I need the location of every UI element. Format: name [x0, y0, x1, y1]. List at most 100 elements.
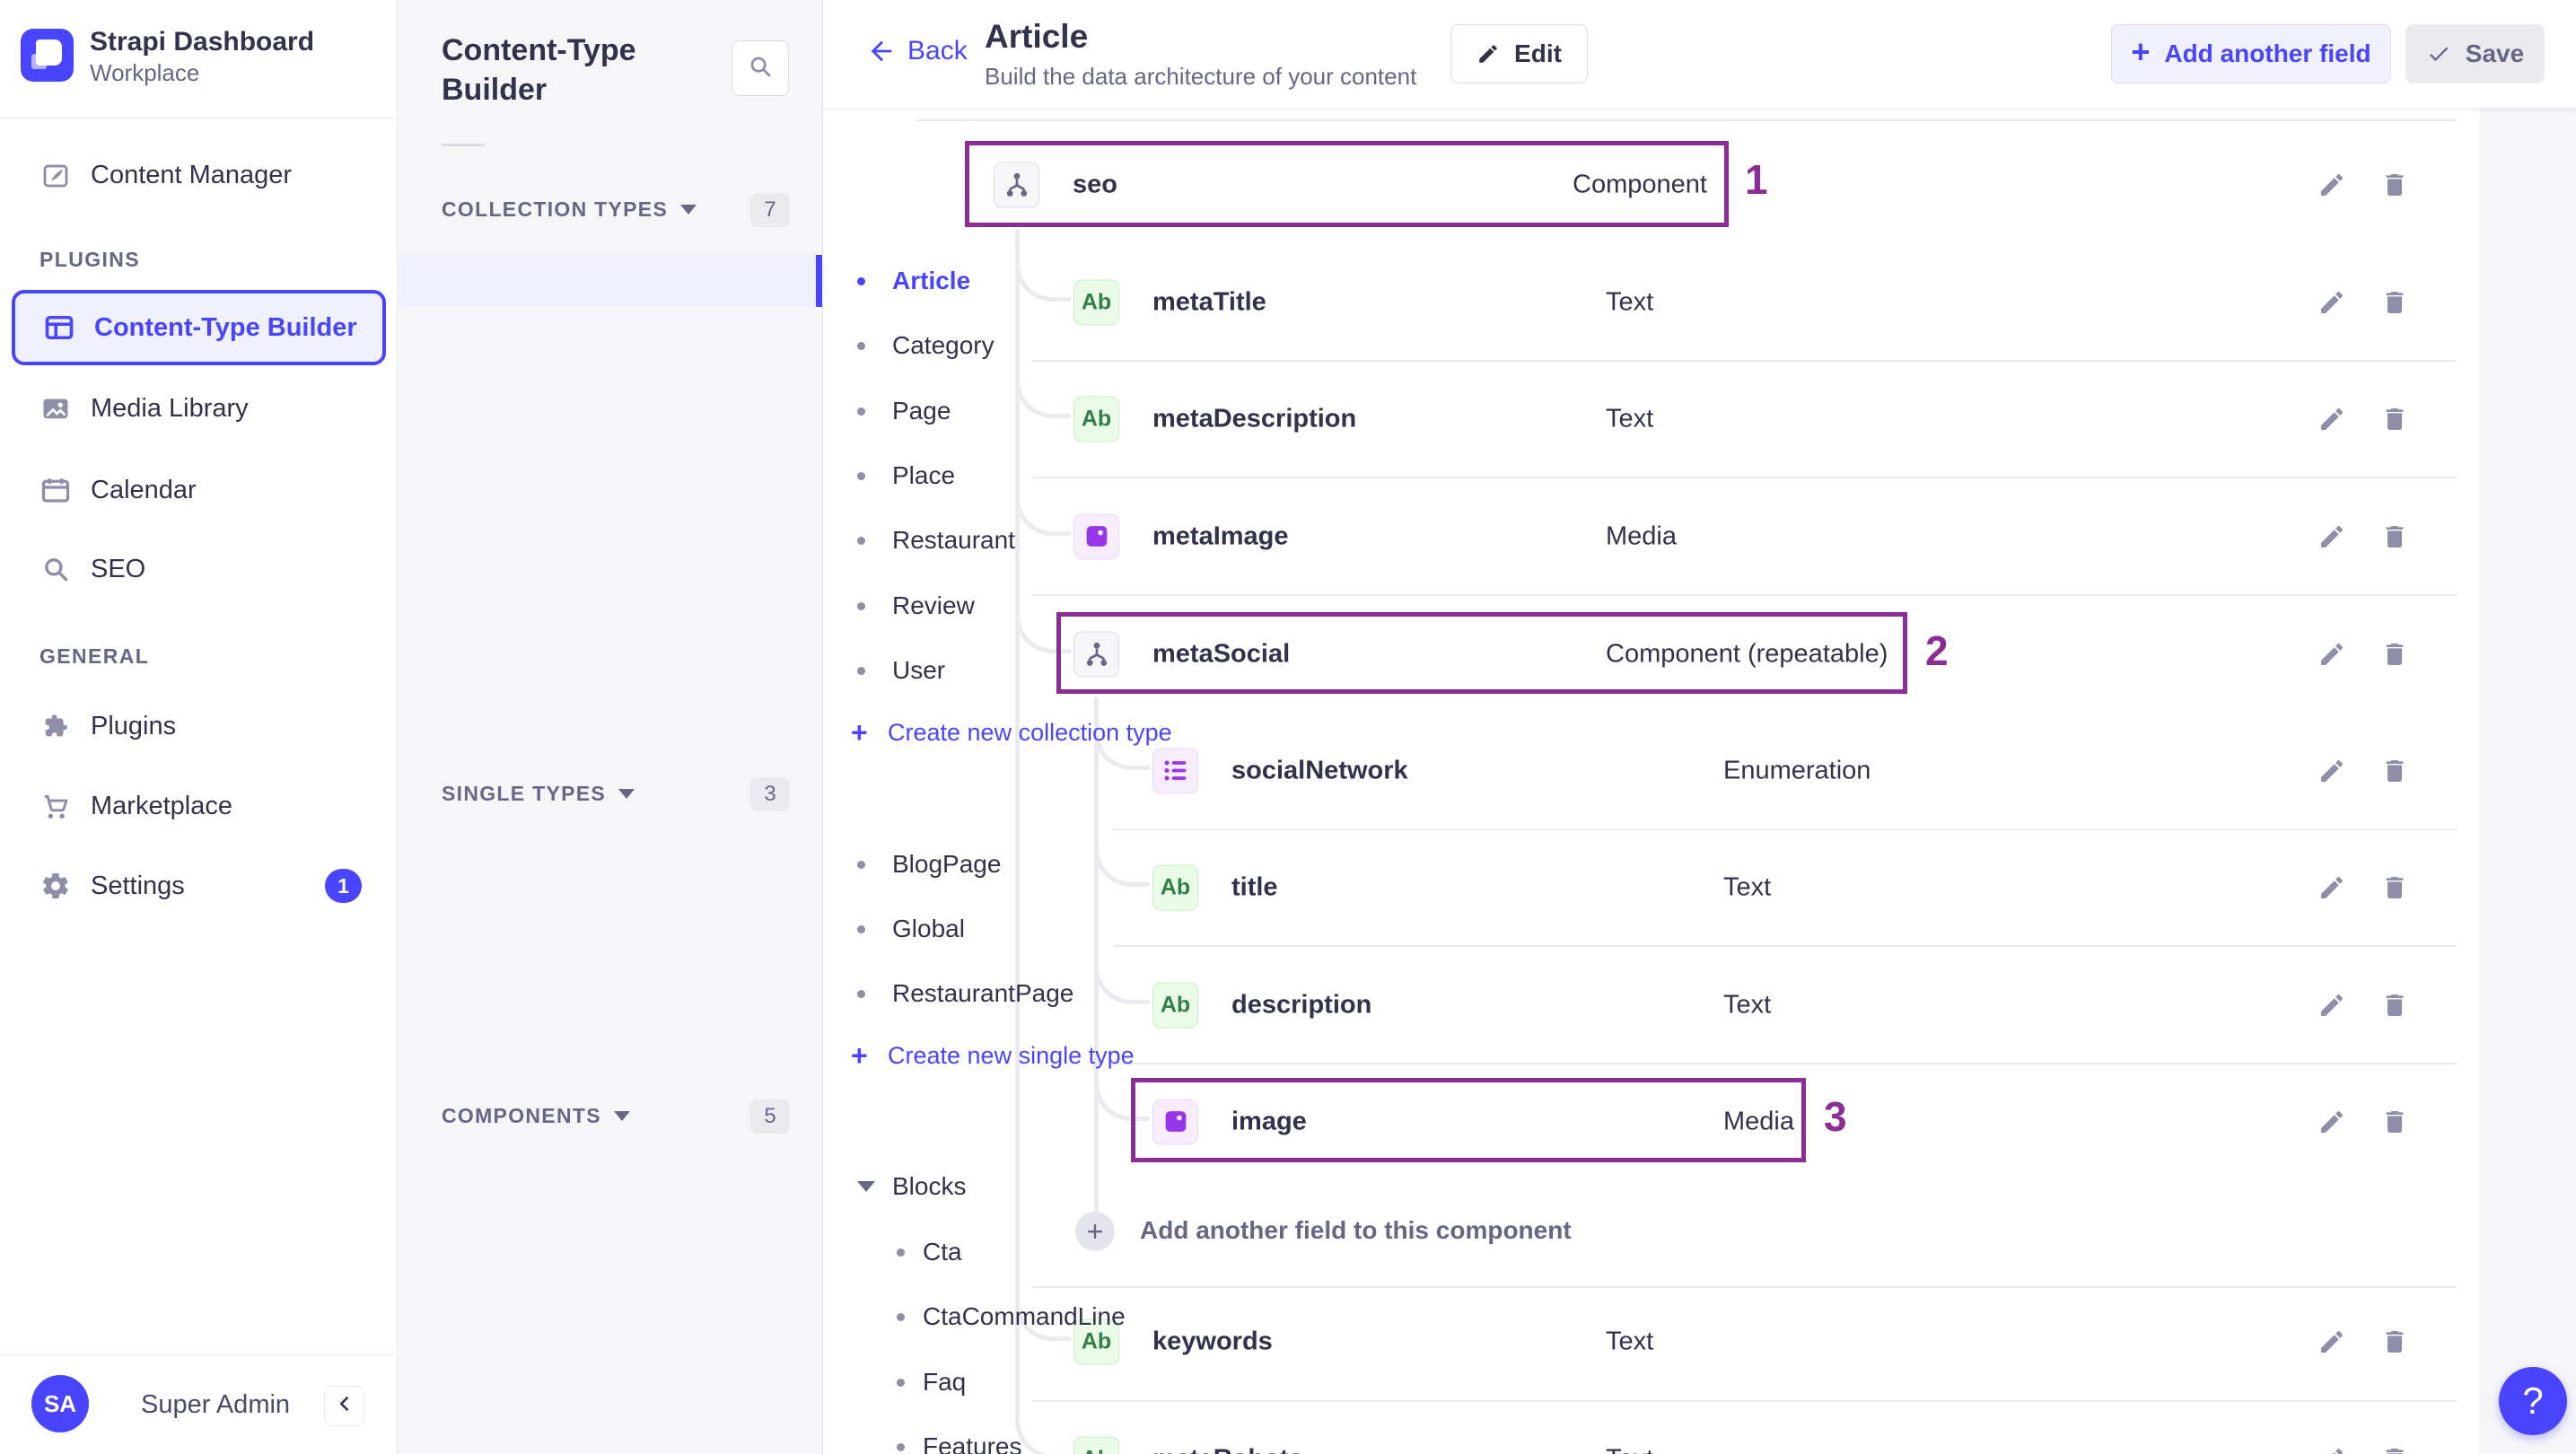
sidebar-item-calendar[interactable]: Calendar: [0, 463, 398, 517]
field-row-seo[interactable]: seo Component: [823, 126, 2457, 243]
avatar[interactable]: SA: [31, 1375, 89, 1432]
field-row-keywords[interactable]: Ab keywords Text: [823, 1283, 2457, 1400]
delete-field-button[interactable]: [2375, 399, 2414, 439]
notification-badge: 1: [325, 869, 362, 903]
sidebar-item-media-library[interactable]: Media Library: [0, 381, 398, 435]
delete-field-button[interactable]: [2375, 1440, 2414, 1454]
edit-field-button[interactable]: [2312, 635, 2352, 674]
divider: [916, 119, 2457, 121]
delete-field-button[interactable]: [2375, 985, 2414, 1025]
search-icon: [39, 553, 72, 585]
fields-list: seo Component Ab metaTitle Text Ab metaDescrip…: [823, 108, 2480, 1454]
search-button[interactable]: [732, 40, 789, 96]
field-row-metaTitle[interactable]: Ab metaTitle Text: [823, 243, 2457, 361]
field-type: Component: [1573, 170, 1707, 198]
bullet-icon: [857, 601, 865, 610]
add-field-to-component-button[interactable]: +: [1075, 1212, 1115, 1251]
puzzle-icon: [39, 710, 72, 742]
delete-field-button[interactable]: [2375, 751, 2414, 791]
type-item-article[interactable]: Article: [398, 255, 970, 307]
create-new-single-type-link[interactable]: + Create new single type: [398, 1031, 1135, 1080]
type-item-restaurant[interactable]: Restaurant: [398, 514, 1015, 566]
sidebar-item-plugins[interactable]: Plugins: [0, 699, 398, 753]
plus-icon: +: [2131, 33, 2151, 70]
sidebar-item-content-type-builder[interactable]: Content-Type Builder: [12, 290, 386, 365]
edit-field-button[interactable]: [2312, 868, 2352, 907]
type-item-category[interactable]: Category: [398, 320, 994, 372]
group-header-label: SINGLE TYPES: [442, 782, 607, 805]
main-sidebar: Strapi Dashboard Workplace Content Manag…: [0, 0, 398, 1454]
type-item-place[interactable]: Place: [398, 450, 955, 502]
back-label: Back: [907, 36, 968, 66]
edit-field-button[interactable]: [2312, 751, 2352, 791]
edit-field-button[interactable]: [2312, 165, 2352, 205]
type-item-label: Restaurant: [892, 526, 1015, 554]
field-row-metaDescription[interactable]: Ab metaDescription Text: [823, 360, 2457, 477]
delete-field-button[interactable]: [2375, 868, 2414, 907]
type-item-global[interactable]: Global: [398, 903, 965, 955]
edit-field-button[interactable]: [2312, 283, 2352, 322]
field-name: metaSocial: [1152, 639, 1291, 668]
field-type: Text: [1723, 990, 1772, 1019]
edit-button[interactable]: Edit: [1450, 24, 1588, 83]
group-header-collection-types[interactable]: COLLECTION TYPES: [442, 197, 697, 222]
collapse-sidebar-button[interactable]: [324, 1386, 364, 1426]
field-row-image[interactable]: image Media: [823, 1063, 2457, 1180]
chevron-down-icon: [680, 205, 697, 215]
bullet-icon: [857, 924, 865, 933]
type-item-user[interactable]: User: [398, 644, 945, 696]
delete-field-button[interactable]: [2375, 1322, 2414, 1362]
group-count-badge: 3: [750, 777, 790, 811]
type-item-page[interactable]: Page: [398, 385, 951, 437]
bullet-icon: [857, 276, 865, 285]
arrow-left-icon: [866, 36, 897, 66]
delete-field-button[interactable]: [2375, 1102, 2414, 1142]
group-header-single-types[interactable]: SINGLE TYPES: [442, 782, 635, 806]
strapi-logo: [21, 29, 74, 82]
add-another-field-button[interactable]: + Add another field: [2111, 24, 2391, 83]
type-item-review[interactable]: Review: [398, 580, 975, 632]
delete-field-button[interactable]: [2375, 517, 2414, 556]
group-header-label: COLLECTION TYPES: [442, 197, 669, 221]
edit-field-button[interactable]: [2312, 985, 2352, 1025]
component-item-features[interactable]: Features: [398, 1421, 1022, 1454]
help-button[interactable]: ?: [2499, 1367, 2567, 1435]
delete-field-button[interactable]: [2375, 283, 2414, 322]
field-type: Text: [1723, 872, 1772, 901]
sidebar-item-content-manager[interactable]: Content Manager: [0, 148, 398, 202]
create-link-label: Create new single type: [888, 1041, 1135, 1069]
bullet-icon: [857, 341, 865, 350]
type-item-restaurantpage[interactable]: RestaurantPage: [398, 968, 1073, 1020]
type-item-label: Review: [892, 591, 975, 619]
create-new-collection-type-link[interactable]: + Create new collection type: [398, 708, 1172, 757]
field-row-metaImage[interactable]: metaImage Media: [823, 477, 2457, 595]
type-item-blogpage[interactable]: BlogPage: [398, 838, 1001, 890]
sidebar-item-label: Settings: [91, 871, 185, 900]
edit-field-button[interactable]: [2312, 1102, 2352, 1142]
text-icon: Ab: [1073, 1436, 1119, 1454]
delete-field-button[interactable]: [2375, 165, 2414, 205]
field-row-title[interactable]: Ab title Text: [823, 828, 2457, 946]
edit-field-button[interactable]: [2312, 1322, 2352, 1362]
edit-field-button[interactable]: [2312, 1440, 2352, 1454]
back-link[interactable]: Back: [866, 36, 968, 66]
component-item-cta[interactable]: Cta: [398, 1226, 962, 1278]
sidebar-item-seo[interactable]: SEO: [0, 542, 398, 596]
type-item-label: Global: [892, 915, 965, 942]
edit-field-button[interactable]: [2312, 399, 2352, 439]
bullet-icon: [857, 989, 865, 998]
group-header-components[interactable]: COMPONENTS: [442, 1104, 630, 1128]
sidebar-item-marketplace[interactable]: Marketplace: [0, 779, 398, 833]
component-item-faq[interactable]: Faq: [398, 1356, 966, 1408]
component-item-ctacommandline[interactable]: CtaCommandLine: [398, 1291, 1126, 1343]
component-category-blocks[interactable]: Blocks: [398, 1161, 966, 1213]
field-name: metaTitle: [1152, 287, 1266, 316]
field-type: Media: [1606, 521, 1677, 550]
field-row-metaSocial[interactable]: metaSocial Component (repeatable): [823, 595, 2457, 713]
field-row-metaRobots[interactable]: Ab metaRobots Text: [823, 1400, 2457, 1454]
edit-field-button[interactable]: [2312, 517, 2352, 556]
save-button[interactable]: Save: [2405, 24, 2545, 83]
gear-icon: [39, 870, 72, 902]
plus-icon: +: [851, 715, 868, 749]
delete-field-button[interactable]: [2375, 635, 2414, 674]
